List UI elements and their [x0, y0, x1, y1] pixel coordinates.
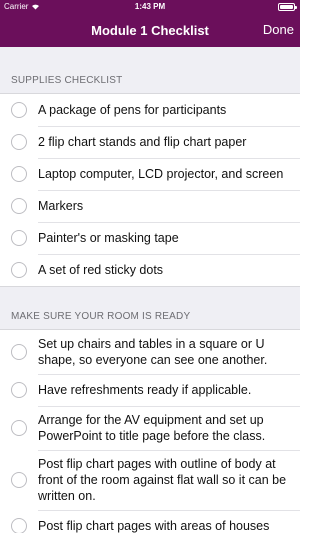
checklist-item[interactable]: Laptop computer, LCD projector, and scre… — [0, 158, 300, 190]
checkbox-circle-icon[interactable] — [11, 198, 27, 214]
checkbox-circle-icon[interactable] — [11, 382, 27, 398]
section-header-room-ready: MAKE SURE YOUR ROOM IS READY — [11, 311, 191, 322]
checklist-item-label: Arrange for the AV equipment and set up … — [38, 413, 266, 443]
done-button[interactable]: Done — [263, 22, 294, 37]
battery-icon — [278, 3, 297, 11]
checkbox-circle-icon[interactable] — [11, 262, 27, 278]
checklist-item-label: 2 flip chart stands and flip chart paper — [38, 135, 247, 149]
checklist-item-label: Post flip chart pages with outline of bo… — [38, 457, 287, 503]
checklist-item[interactable]: Arrange for the AV equipment and set up … — [0, 406, 300, 450]
checklist-item-label: Markers — [38, 199, 84, 213]
checklist-content[interactable]: SUPPLIES CHECKLIST A package of pens for… — [0, 47, 300, 533]
checklist-item-label: Have refreshments ready if applicable. — [38, 383, 252, 397]
checklist-item-label: Laptop computer, LCD projector, and scre… — [38, 167, 284, 181]
supplies-checklist: A package of pens for participants 2 fli… — [0, 93, 300, 287]
checkbox-circle-icon[interactable] — [11, 344, 27, 360]
checklist-item[interactable]: Post flip chart pages with areas of hous… — [0, 510, 300, 533]
checklist-item-label: A set of red sticky dots — [38, 263, 164, 277]
checklist-item[interactable]: Have refreshments ready if applicable. — [0, 374, 300, 406]
checklist-item-label: Post flip chart pages with areas of hous… — [38, 519, 270, 533]
checklist-item[interactable]: Painter's or masking tape — [0, 222, 300, 254]
checkbox-circle-icon[interactable] — [11, 166, 27, 182]
status-bar: Carrier 1:43 PM — [0, 0, 300, 14]
section-header-supplies: SUPPLIES CHECKLIST — [11, 75, 123, 86]
navigation-bar: Module 1 Checklist Done — [0, 14, 300, 47]
checkbox-circle-icon[interactable] — [11, 230, 27, 246]
checklist-item[interactable]: A package of pens for participants — [0, 94, 300, 126]
room-ready-checklist: Set up chairs and tables in a square or … — [0, 329, 300, 533]
checkbox-circle-icon[interactable] — [11, 134, 27, 150]
checkbox-circle-icon[interactable] — [11, 518, 27, 533]
checkbox-circle-icon[interactable] — [11, 420, 27, 436]
checklist-item[interactable]: Post flip chart pages with outline of bo… — [0, 450, 300, 510]
page-title: Module 1 Checklist — [91, 23, 209, 38]
checklist-item-label: Set up chairs and tables in a square or … — [38, 337, 268, 367]
checklist-item-label: A package of pens for participants — [38, 103, 227, 117]
checklist-item[interactable]: A set of red sticky dots — [0, 254, 300, 286]
status-time: 1:43 PM — [134, 2, 166, 11]
checkbox-circle-icon[interactable] — [11, 102, 27, 118]
checkbox-circle-icon[interactable] — [11, 472, 27, 488]
checklist-item[interactable]: Markers — [0, 190, 300, 222]
checklist-item-label: Painter's or masking tape — [38, 231, 179, 245]
checklist-item[interactable]: 2 flip chart stands and flip chart paper — [0, 126, 300, 158]
checklist-item[interactable]: Set up chairs and tables in a square or … — [0, 330, 300, 374]
